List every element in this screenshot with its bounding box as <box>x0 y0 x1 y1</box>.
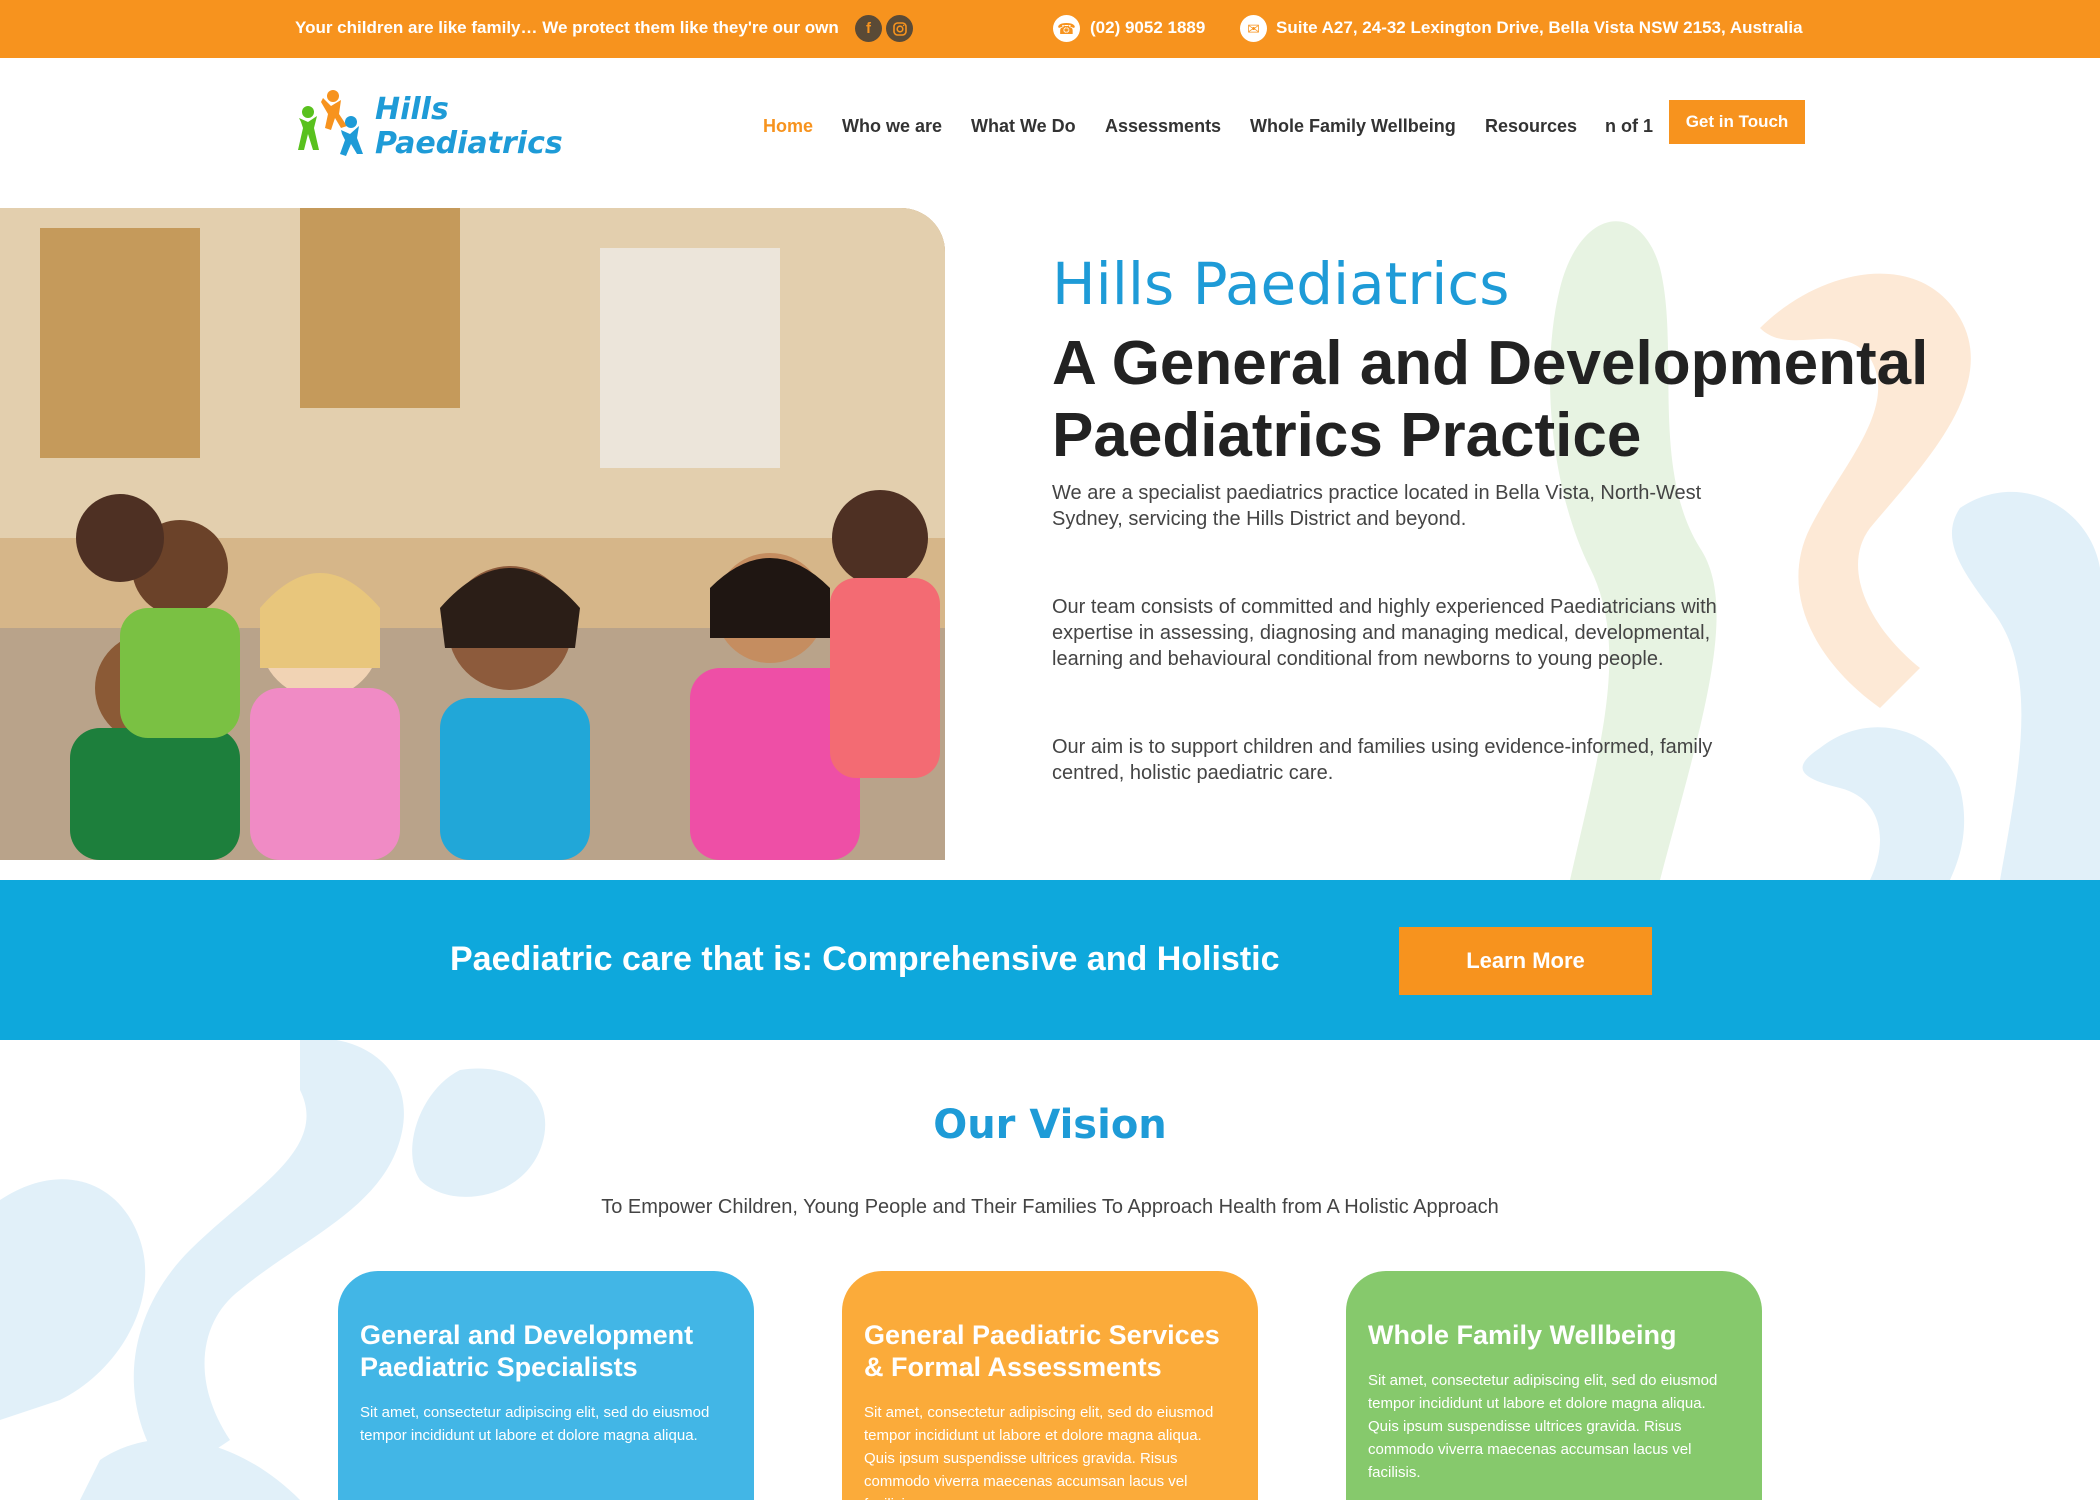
top-bar: Your children are like family… We protec… <box>0 0 2100 58</box>
mail-icon: ✉ <box>1240 15 1267 42</box>
nav-whole-family-wellbeing[interactable]: Whole Family Wellbeing <box>1250 116 1456 137</box>
card-title: General and Development Paediatric Speci… <box>360 1320 694 1382</box>
nav-assessments[interactable]: Assessments <box>1105 116 1221 137</box>
learn-more-button[interactable]: Learn More <box>1399 927 1652 995</box>
hero-section: Hills Paediatrics A General and Developm… <box>0 208 2100 880</box>
address-text: Suite A27, 24-32 Lexington Drive, Bella … <box>1276 18 1803 37</box>
nav-home[interactable]: Home <box>763 116 813 137</box>
children-photo-illustration <box>0 208 945 860</box>
phone-icon: ☎ <box>1053 15 1080 42</box>
service-card-assessments[interactable]: General Paediatric Services & Formal Ass… <box>842 1271 1258 1500</box>
instagram-icon[interactable] <box>886 15 913 42</box>
card-title: General Paediatric Services & Formal Ass… <box>864 1320 1220 1382</box>
banner-heading: Paediatric care that is: Comprehensive a… <box>450 940 1280 978</box>
logo-figures-icon <box>298 90 363 156</box>
hero-paragraph: We are a specialist paediatrics practice… <box>1052 482 1702 530</box>
hero-brand-heading: Hills Paediatrics <box>1052 250 1510 318</box>
card-text: Sit amet, consectetur adipiscing elit, s… <box>864 1404 1214 1500</box>
nav-resources[interactable]: Resources <box>1485 116 1577 137</box>
service-card-specialists[interactable]: General and Development Paediatric Speci… <box>338 1271 754 1500</box>
card-text: Sit amet, consectetur adipiscing elit, s… <box>1368 1372 1718 1481</box>
logo-text-line1: Hills <box>375 92 449 127</box>
nav-n-of-1[interactable]: n of 1 <box>1605 116 1653 137</box>
logo-text-line2: Paediatrics <box>375 126 563 161</box>
hero-paragraph: Our aim is to support children and famil… <box>1052 736 1713 784</box>
card-title: Whole Family Wellbeing <box>1368 1320 1677 1350</box>
card-text: Sit amet, consectetur adipiscing elit, s… <box>360 1404 710 1444</box>
tagline: Your children are like family… We protec… <box>295 18 839 37</box>
get-in-touch-button[interactable]: Get in Touch <box>1669 100 1805 144</box>
nav-what-we-do[interactable]: What We Do <box>971 116 1076 137</box>
service-card-wellbeing[interactable]: Whole Family Wellbeing Sit amet, consect… <box>1346 1271 1762 1500</box>
care-banner: Paediatric care that is: Comprehensive a… <box>0 880 2100 1040</box>
hero-children-photo <box>0 208 945 860</box>
vision-title: Our Vision <box>933 1102 1167 1148</box>
facebook-icon[interactable]: f <box>855 15 882 42</box>
hero-paragraph: Our team consists of committed and highl… <box>1052 596 1717 670</box>
phone-link[interactable]: (02) 9052 1889 <box>1090 18 1205 38</box>
vision-section: Our Vision To Empower Children, Young Pe… <box>0 1040 2100 1500</box>
hero-title: A General and Developmental Paediatrics … <box>1052 329 1929 470</box>
site-logo[interactable]: Hills Paediatrics <box>295 88 563 164</box>
vision-subtitle: To Empower Children, Young People and Th… <box>601 1196 1499 1218</box>
nav-who-we-are[interactable]: Who we are <box>842 116 942 137</box>
